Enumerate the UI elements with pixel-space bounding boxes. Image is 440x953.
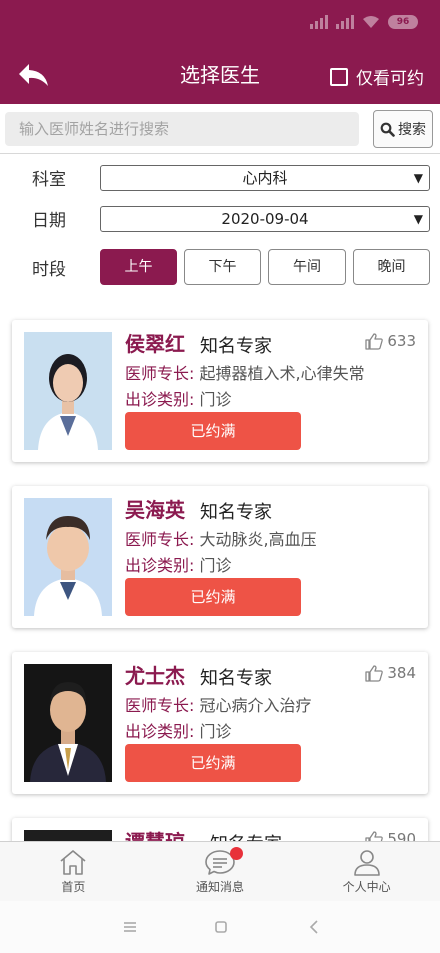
- specialty-label: 医师专长: [125, 364, 190, 383]
- doctor-visit-type: 出诊类别: 门诊: [125, 718, 232, 742]
- period-noon-button[interactable]: 午间: [268, 249, 346, 285]
- date-value: 2020-09-04: [221, 210, 309, 228]
- fully-booked-button[interactable]: 已约满: [125, 578, 301, 616]
- back-triangle-icon[interactable]: [302, 915, 326, 939]
- visit-type-label: 出诊类别: [125, 556, 190, 575]
- tab-messages[interactable]: 通知消息: [147, 842, 294, 901]
- like-count-value: 633: [387, 332, 416, 350]
- fully-booked-button[interactable]: 已约满: [125, 412, 301, 450]
- period-evening-button[interactable]: 晚间: [353, 249, 430, 285]
- doctor-specialty: 医师专长: 大动脉炎,高血压: [125, 526, 317, 550]
- status-bar: 96: [0, 0, 440, 48]
- specialty-value: 大动脉炎,高血压: [199, 530, 317, 549]
- period-label: 时段: [32, 260, 66, 280]
- specialty-value: 起搏器植入术,心律失常: [199, 364, 365, 383]
- department-select[interactable]: 心内科 ▼: [100, 165, 430, 191]
- doctor-name: 尤士杰: [125, 664, 185, 688]
- only-available-toggle[interactable]: 仅看可约: [330, 64, 424, 89]
- doctor-specialty: 医师专长: 起搏器植入术,心律失常: [125, 360, 365, 384]
- menu-icon[interactable]: [118, 915, 142, 939]
- wifi-icon: [363, 16, 379, 28]
- doctor-visit-type: 出诊类别: 门诊: [125, 386, 232, 410]
- date-label: 日期: [32, 211, 66, 231]
- doctor-card[interactable]: 吴海英 知名专家 医师专长: 大动脉炎,高血压 出诊类别: 门诊 已约满: [12, 486, 428, 628]
- visit-type-value: 门诊: [199, 390, 232, 409]
- doctor-photo: [24, 664, 112, 782]
- tab-home-label: 首页: [61, 880, 86, 894]
- specialty-separator: :: [189, 364, 195, 383]
- back-arrow-icon: [19, 64, 48, 86]
- only-available-checkbox[interactable]: [330, 67, 348, 86]
- visit-type-separator: :: [189, 390, 195, 409]
- period-afternoon-button[interactable]: 下午: [184, 249, 261, 285]
- doctor-title: 知名专家: [200, 336, 272, 357]
- date-select[interactable]: 2020-09-04 ▼: [100, 206, 430, 232]
- doctor-photo: [24, 498, 112, 616]
- doctor-search-input[interactable]: [5, 112, 359, 146]
- tab-messages-label: 通知消息: [196, 880, 245, 894]
- doctor-card[interactable]: 侯翠红 知名专家 633 医师专长: 起搏器植入术,心律失常 出诊类别: 门诊 …: [12, 320, 428, 462]
- like-count-value: 384: [387, 664, 416, 682]
- specialty-value: 冠心病介入治疗: [199, 696, 312, 715]
- tab-home[interactable]: 首页: [0, 842, 147, 901]
- specialty-separator: :: [189, 530, 195, 549]
- visit-type-label: 出诊类别: [125, 722, 190, 741]
- department-label: 科室: [32, 170, 66, 190]
- fully-booked-button[interactable]: 已约满: [125, 744, 301, 782]
- search-bar: 搜索: [0, 104, 440, 154]
- visit-type-value: 门诊: [199, 722, 232, 741]
- signal-icon: [310, 15, 328, 29]
- like-count[interactable]: 384: [365, 664, 416, 682]
- doctor-title: 知名专家: [200, 502, 272, 523]
- specialty-separator: :: [189, 696, 195, 715]
- department-value: 心内科: [242, 169, 288, 187]
- battery-icon: 96: [388, 15, 418, 29]
- date-filter: 日期 2020-09-04 ▼: [0, 204, 440, 234]
- app-header: 选择医生 仅看可约: [0, 48, 440, 104]
- notification-badge: [229, 847, 243, 860]
- bottom-tab-bar: 首页 通知消息 个人中心: [0, 841, 440, 901]
- doctor-card[interactable]: 尤士杰 知名专家 384 医师专长: 冠心病介入治疗 出诊类别: 门诊 已约满: [12, 652, 428, 794]
- specialty-label: 医师专长: [125, 530, 190, 549]
- home-square-icon[interactable]: [209, 915, 233, 939]
- only-available-label: 仅看可约: [356, 69, 424, 89]
- period-morning-button[interactable]: 上午: [100, 249, 177, 285]
- department-filter: 科室 心内科 ▼: [0, 163, 440, 193]
- thumbs-up-icon: [365, 332, 384, 350]
- tab-profile[interactable]: 个人中心: [293, 842, 440, 901]
- doctor-name: 侯翠红: [125, 332, 185, 356]
- doctor-specialty: 医师专长: 冠心病介入治疗: [125, 692, 312, 716]
- search-button-label: 搜索: [398, 122, 426, 138]
- user-icon: [353, 850, 380, 876]
- visit-type-separator: :: [189, 722, 195, 741]
- doctor-title: 知名专家: [200, 668, 272, 689]
- system-nav-bar: [0, 901, 440, 953]
- back-button[interactable]: [16, 60, 52, 92]
- visit-type-label: 出诊类别: [125, 390, 190, 409]
- dropdown-arrow-icon: ▼: [413, 212, 423, 226]
- thumbs-up-icon: [365, 664, 384, 682]
- doctor-photo: [24, 332, 112, 450]
- specialty-label: 医师专长: [125, 696, 190, 715]
- tab-profile-label: 个人中心: [342, 880, 391, 894]
- visit-type-value: 门诊: [199, 556, 232, 575]
- like-count[interactable]: 633: [365, 332, 416, 350]
- dropdown-arrow-icon: ▼: [413, 171, 423, 185]
- doctor-visit-type: 出诊类别: 门诊: [125, 552, 232, 576]
- signal-icon-2: [336, 15, 354, 29]
- home-icon: [60, 850, 86, 875]
- search-icon: [380, 122, 395, 137]
- doctor-name: 吴海英: [125, 498, 185, 522]
- status-icons: 96: [310, 15, 418, 29]
- visit-type-separator: :: [189, 556, 195, 575]
- search-button[interactable]: 搜索: [373, 110, 433, 148]
